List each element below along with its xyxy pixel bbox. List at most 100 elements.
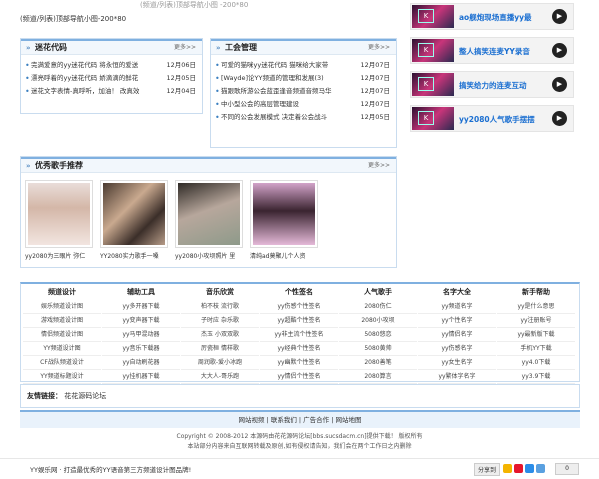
column-link[interactable]: 5080悠恋 bbox=[339, 328, 417, 342]
news-item[interactable]: • 漂亮呼着的yy迷花代码 娇滴滴的鲜花 12月05日 bbox=[21, 72, 202, 85]
column-link[interactable]: YY频道设计图 bbox=[23, 342, 101, 356]
news-title[interactable]: [Wayde]论YY频道的管理和发展(3) bbox=[221, 74, 324, 82]
column-link[interactable]: 娱乐频道设计图 bbox=[23, 300, 101, 314]
column-link[interactable]: 2080伤仁 bbox=[339, 300, 417, 314]
column-link[interactable]: 游戏频道设计图 bbox=[23, 314, 101, 328]
column-link[interactable]: yy情侣个性签名 bbox=[260, 370, 338, 384]
singer-photo[interactable] bbox=[175, 180, 243, 248]
column-link[interactable]: yy情侣名字 bbox=[418, 328, 496, 342]
friend-links-label: 友情链接： bbox=[27, 392, 62, 400]
column-link[interactable]: 情侣频道设计图 bbox=[23, 328, 101, 342]
column-link[interactable]: YY频道标题设计 bbox=[23, 370, 101, 384]
weibo-icon[interactable] bbox=[514, 464, 523, 473]
column-link[interactable]: yy挂机器下载 bbox=[102, 370, 180, 384]
news-title[interactable]: 中小型公会的高层管理建设 bbox=[221, 100, 299, 108]
singer-caption[interactable]: yy2080为三眼片 弥仁 bbox=[25, 251, 95, 260]
singer-caption[interactable]: YY2080实力歌手一嗓 bbox=[100, 251, 170, 260]
column-link[interactable]: 大大人-哥乐跑 bbox=[181, 370, 259, 384]
news-item[interactable]: • 迷花文字表情-真呼听，加油！ 改真效 12月04日 bbox=[21, 85, 202, 98]
column-link[interactable]: yy幽默个性签名 bbox=[260, 356, 338, 370]
singer-caption[interactable]: 清纯ad莫聚儿个人资 bbox=[250, 251, 320, 260]
singer-photo[interactable] bbox=[250, 180, 318, 248]
share-button[interactable]: 分享到 bbox=[474, 463, 501, 476]
column-link[interactable]: 子时应 杂乐歌 bbox=[181, 314, 259, 328]
news-title[interactable]: 猫跟歌所游公会蓝歪逢音频道音频马华 bbox=[221, 87, 332, 95]
singer-card[interactable]: 清纯ad莫聚儿个人资 bbox=[250, 180, 320, 260]
news-title[interactable]: 迷花文字表情-真呼听，加油！ 改真效 bbox=[31, 87, 139, 95]
footer-link-video[interactable]: 网站视频 bbox=[239, 416, 265, 424]
news-title[interactable]: 完满爱意的yy迷花代码 将永恒的爱送 bbox=[31, 61, 138, 69]
column-link[interactable]: yy经典个性签名 bbox=[260, 342, 338, 356]
singer-card[interactable]: yy2080小攻坝照片 里 bbox=[175, 180, 245, 260]
video-thumbnail[interactable]: K bbox=[412, 73, 454, 96]
news-item[interactable]: • 中小型公会的高层管理建设 12月07日 bbox=[211, 98, 396, 111]
video-item[interactable]: K 整人搞笑连麦YY录音 ▶ bbox=[410, 37, 574, 64]
singer-card[interactable]: YY2080实力歌手一嗓 bbox=[100, 180, 170, 260]
column-link[interactable]: 2080算言 bbox=[339, 370, 417, 384]
news-title[interactable]: 可爱的猫咪yy迷花代码 猫咪给大家带 bbox=[221, 61, 328, 69]
footer-link-ads[interactable]: 广告合作 bbox=[303, 416, 329, 424]
play-icon[interactable]: ▶ bbox=[552, 111, 567, 126]
column-link[interactable]: yy自动刷花器 bbox=[102, 356, 180, 370]
play-icon[interactable]: ▶ bbox=[552, 9, 567, 24]
video-thumbnail[interactable]: K bbox=[412, 39, 454, 62]
column-link[interactable]: yy个性名字 bbox=[418, 314, 496, 328]
more-link[interactable]: 更多>> bbox=[368, 41, 390, 55]
play-icon[interactable]: ▶ bbox=[552, 43, 567, 58]
column-link[interactable]: 柏不枝 流行歌 bbox=[181, 300, 259, 314]
video-thumbnail[interactable]: K bbox=[412, 5, 454, 28]
column-link[interactable]: 5080黄帅 bbox=[339, 342, 417, 356]
column-link[interactable]: yy繁体字名字 bbox=[418, 370, 496, 384]
column-link[interactable]: yy最新版下载 bbox=[497, 328, 575, 342]
column-link[interactable]: yy音乐下载器 bbox=[102, 342, 180, 356]
video-item[interactable]: K 搞笑给力的连麦互动 ▶ bbox=[410, 71, 574, 98]
more-link[interactable]: 更多>> bbox=[174, 41, 196, 55]
column-link[interactable]: 厉瓷桓 情样歌 bbox=[181, 342, 259, 356]
column-link[interactable]: yy马甲混动器 bbox=[102, 328, 180, 342]
column-link[interactable]: yy非主流个性签名 bbox=[260, 328, 338, 342]
video-item[interactable]: Kao舰炮现场直播yy最 ▶ bbox=[410, 3, 574, 30]
column-link[interactable]: yy变声器下载 bbox=[102, 314, 180, 328]
news-title[interactable]: 漂亮呼着的yy迷花代码 娇滴滴的鲜花 bbox=[31, 74, 138, 82]
news-item[interactable]: • 不同的公会发展模式 决定着公会战斗 12月05日 bbox=[211, 111, 396, 124]
friend-link[interactable]: 花花源码论坛 bbox=[64, 392, 106, 400]
column-link[interactable]: yy3.9下载 bbox=[497, 370, 575, 384]
column-link[interactable]: yy伤感个性签名 bbox=[260, 300, 338, 314]
column-link[interactable]: yy频道名字 bbox=[418, 300, 496, 314]
more-share-icon[interactable] bbox=[536, 464, 545, 473]
column-link[interactable]: yy多开器下载 bbox=[102, 300, 180, 314]
column-link[interactable]: yy4.0下载 bbox=[497, 356, 575, 370]
column-link[interactable]: 2080小攻坝 bbox=[339, 314, 417, 328]
play-icon[interactable]: ▶ bbox=[552, 77, 567, 92]
singer-photo[interactable] bbox=[25, 180, 93, 248]
singer-caption[interactable]: yy2080小攻坝照片 里 bbox=[175, 251, 245, 260]
column-link[interactable]: 周润歌-爱小冰跑 bbox=[181, 356, 259, 370]
column-link[interactable]: yy女生名字 bbox=[418, 356, 496, 370]
video-title[interactable]: ao舰炮现场直播yy最 bbox=[459, 12, 532, 23]
column-link[interactable]: CF战队频道设计 bbox=[23, 356, 101, 370]
video-title[interactable]: yy2080人气歌手摆摆 bbox=[459, 114, 535, 125]
column-link[interactable]: yy伤感名字 bbox=[418, 342, 496, 356]
singer-card[interactable]: yy2080为三眼片 弥仁 bbox=[25, 180, 95, 260]
news-item[interactable]: • 完满爱意的yy迷花代码 将永恒的爱送 12月06日 bbox=[21, 59, 202, 72]
column-link[interactable]: yy注册账号 bbox=[497, 314, 575, 328]
news-item[interactable]: • [Wayde]论YY频道的管理和发展(3) 12月07日 bbox=[211, 72, 396, 85]
column-link[interactable]: 2080善笔 bbox=[339, 356, 417, 370]
news-item[interactable]: • 猫跟歌所游公会蓝歪逢音频道音频马华 12月07日 bbox=[211, 85, 396, 98]
more-link[interactable]: 更多>> bbox=[368, 159, 390, 173]
video-item[interactable]: Kyy2080人气歌手摆摆 ▶ bbox=[410, 105, 574, 132]
tencent-icon[interactable] bbox=[525, 464, 534, 473]
video-thumbnail[interactable]: K bbox=[412, 107, 454, 130]
video-title[interactable]: 搞笑给力的连麦互动 bbox=[459, 80, 527, 91]
footer-link-contact[interactable]: 联系我们 bbox=[271, 416, 297, 424]
video-title[interactable]: 整人搞笑连麦YY录音 bbox=[459, 46, 530, 57]
column-link[interactable]: yy是什么意思 bbox=[497, 300, 575, 314]
column-link[interactable]: 杰玉 小双双歌 bbox=[181, 328, 259, 342]
column-link[interactable]: 手机YY下载 bbox=[497, 342, 575, 356]
qzone-icon[interactable] bbox=[503, 464, 512, 473]
column-link[interactable]: yy超酷个性签名 bbox=[260, 314, 338, 328]
footer-link-sitemap[interactable]: 网站地图 bbox=[335, 416, 361, 424]
news-item[interactable]: • 可爱的猫咪yy迷花代码 猫咪给大家带 12月07日 bbox=[211, 59, 396, 72]
singer-photo[interactable] bbox=[100, 180, 168, 248]
news-title[interactable]: 不同的公会发展模式 决定着公会战斗 bbox=[221, 113, 327, 121]
